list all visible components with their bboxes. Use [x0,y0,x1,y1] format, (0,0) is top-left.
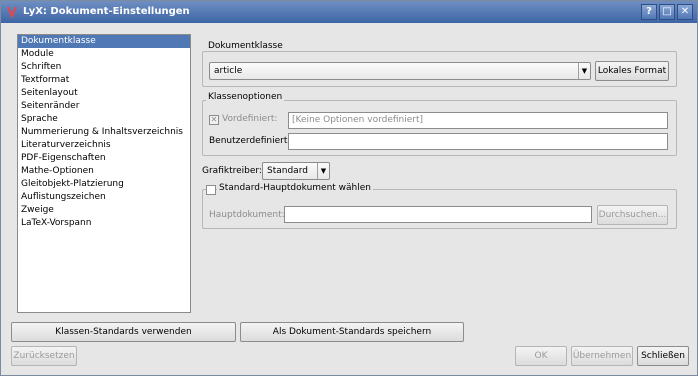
nav-item-literaturverzeichnis[interactable]: Literaturverzeichnis [18,139,190,152]
nav-item-dokumentklasse[interactable]: Dokumentklasse [18,35,190,48]
nav-item-nummerierung[interactable]: Nummerierung & Inhaltsverzeichnis [18,126,190,139]
nav-item-latex-vorspann[interactable]: LaTeX-Vorspann [18,217,190,230]
nav-item-module[interactable]: Module [18,48,190,61]
nav-item-sprache[interactable]: Sprache [18,113,190,126]
settings-dialog: LyX: Dokument-Einstellungen ? □ ✕ Dokume… [0,0,698,376]
local-format-button[interactable]: Lokales Format [595,61,669,81]
nav-item-auflistungszeichen[interactable]: Auflistungszeichen [18,191,190,204]
master-checkbox[interactable] [206,185,216,195]
close-button[interactable]: Schließen [637,346,689,366]
custom-options-field[interactable] [288,133,668,150]
chevron-down-icon: ▼ [317,163,329,179]
master-document-label: Hauptdokument: [209,210,285,220]
save-as-defaults-button[interactable]: Als Dokument-Standards speichern [240,322,464,342]
apply-button[interactable]: Übernehmen [571,346,633,366]
browse-button[interactable]: Durchsuchen... [597,205,668,225]
nav-item-gleitobjekt-platzierung[interactable]: Gleitobjekt-Platzierung [18,178,190,191]
predefined-label: Vordefiniert: [222,114,278,124]
docclass-group-label: Dokumentklasse [206,41,285,51]
nav-item-seitenlayout[interactable]: Seitenlayout [18,87,190,100]
docclass-select[interactable]: article ▼ [209,62,591,80]
ok-button[interactable]: OK [515,346,567,366]
settings-nav-list[interactable]: Dokumentklasse Module Schriften Textform… [17,34,191,313]
nav-item-textformat[interactable]: Textformat [18,74,190,87]
graphics-driver-label: Grafiktreiber: [202,166,262,176]
nav-item-pdf-eigenschaften[interactable]: PDF-Eigenschaften [18,152,190,165]
chevron-down-icon: ▼ [578,63,590,79]
close-window-button[interactable]: ✕ [677,4,693,20]
reset-button[interactable]: Zurücksetzen [11,346,77,366]
nav-item-mathe-optionen[interactable]: Mathe-Optionen [18,165,190,178]
docclass-select-value: article [214,66,243,76]
maximize-button[interactable]: □ [659,4,675,20]
graphics-driver-select[interactable]: Standard ▼ [262,162,330,180]
predefined-options-field: [Keine Optionen vordefiniert] [288,112,668,129]
title-bar: LyX: Dokument-Einstellungen ? □ ✕ [1,1,697,23]
use-class-defaults-button[interactable]: Klassen-Standards verwenden [11,322,236,342]
nav-item-zweige[interactable]: Zweige [18,204,190,217]
master-document-field[interactable] [284,206,592,223]
classopts-group-label: Klassenoptionen [206,92,285,102]
predefined-checkbox[interactable]: ✕ [209,115,219,125]
help-button[interactable]: ? [641,4,657,20]
master-checkbox-label[interactable]: Standard-Hauptdokument wählen [217,183,373,193]
nav-item-schriften[interactable]: Schriften [18,61,190,74]
lyx-app-icon [7,6,17,19]
graphics-driver-value: Standard [267,166,308,176]
window-title: LyX: Dokument-Einstellungen [23,6,190,17]
nav-item-seitenraender[interactable]: Seitenränder [18,100,190,113]
custom-options-label: Benutzerdefiniert: [209,136,291,146]
